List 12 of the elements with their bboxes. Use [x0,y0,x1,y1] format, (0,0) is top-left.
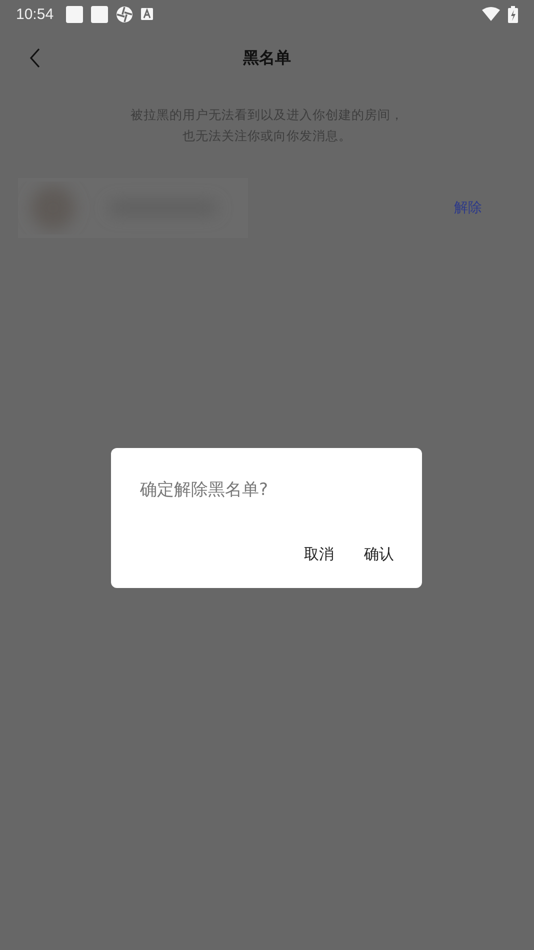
dialog-message: 确定解除黑名单? [140,479,270,501]
status-time: 10:54 [16,6,54,22]
cancel-button[interactable]: 取消 [298,541,340,568]
notification-icon [90,6,108,22]
confirm-button[interactable]: 确认 [358,541,400,568]
keyboard-icon [140,8,153,20]
wifi-icon [482,7,500,21]
battery-icon [508,6,518,22]
back-icon[interactable] [28,48,42,68]
page-title: 黑名单 [243,48,291,68]
notification-icon [66,6,83,22]
aperture-icon [116,6,133,22]
